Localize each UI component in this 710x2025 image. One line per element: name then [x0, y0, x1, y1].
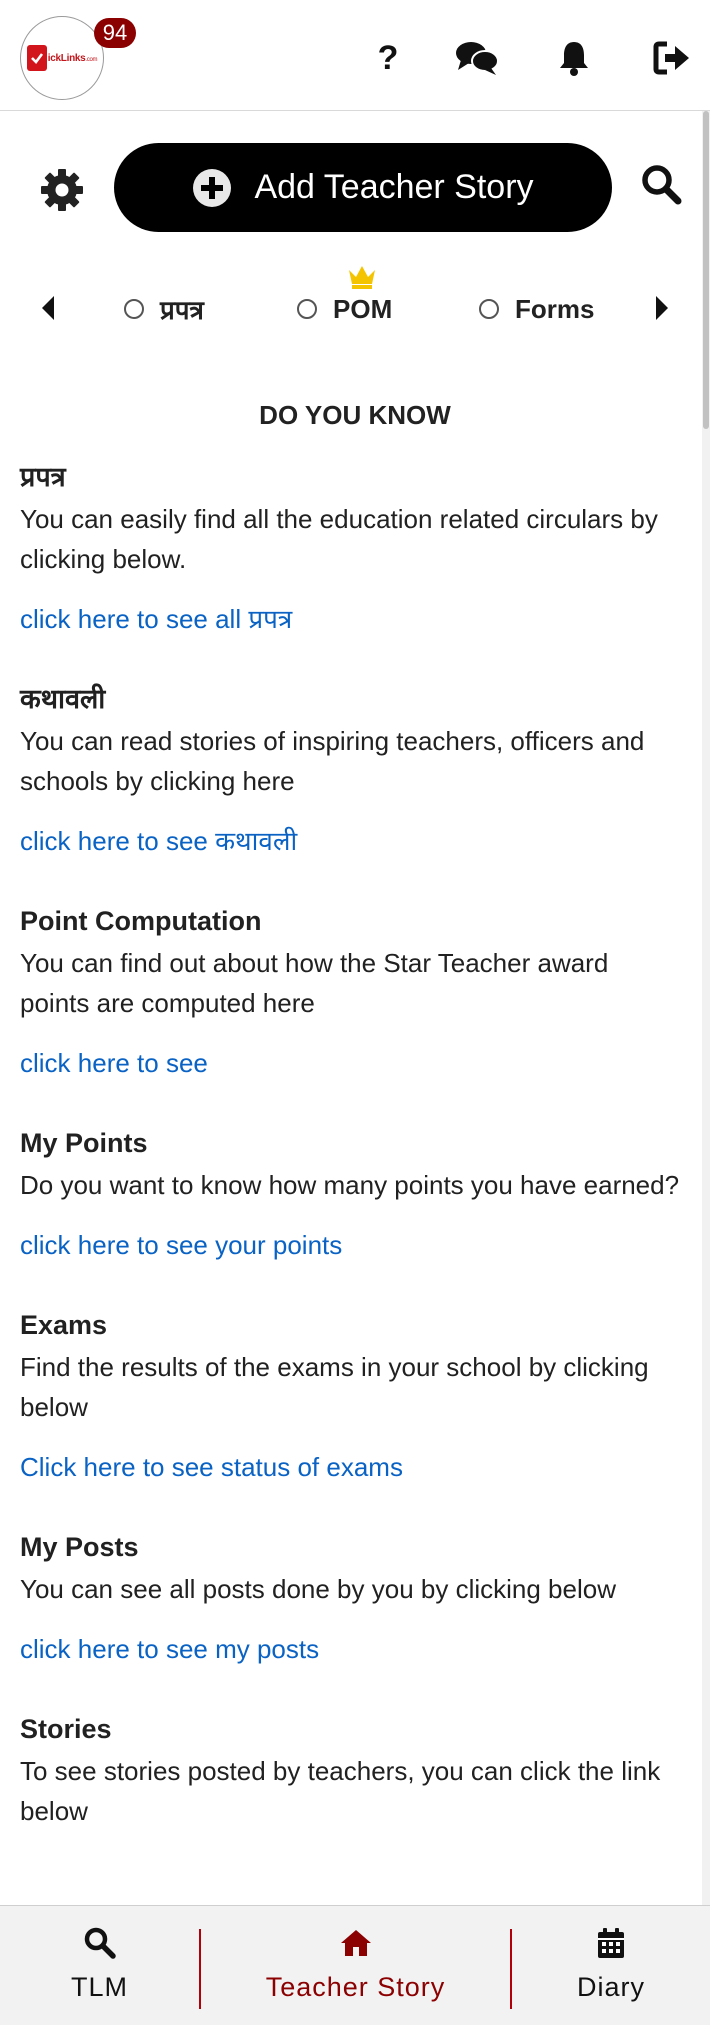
gear-icon[interactable]	[38, 166, 86, 214]
section-title: Point Computation	[20, 906, 262, 936]
section-title: प्रपत्र	[20, 462, 66, 492]
info-section-point-computation: Point Computation You can find out about…	[20, 899, 680, 1083]
app-logo[interactable]: ickLinks.com	[20, 16, 104, 100]
section-link[interactable]: click here to see your points	[20, 1225, 342, 1265]
search-icon	[83, 1926, 117, 1960]
info-section-exams: Exams Find the results of the exams in y…	[20, 1303, 680, 1487]
section-description: To see stories posted by teachers, you c…	[20, 1756, 661, 1826]
section-title: My Posts	[20, 1532, 139, 1562]
radio-button[interactable]	[124, 299, 144, 319]
section-title: My Points	[20, 1128, 148, 1158]
calendar-icon	[594, 1926, 628, 1960]
section-description: You can find out about how the Star Teac…	[20, 948, 609, 1018]
scroll-right-arrow-icon[interactable]	[652, 293, 672, 323]
radio-button[interactable]	[479, 299, 499, 319]
add-story-label: Add Teacher Story	[254, 168, 534, 206]
info-section-prapatra: प्रपत्र You can easily find all the educ…	[20, 455, 680, 639]
page-scrollbar[interactable]	[702, 111, 710, 1905]
bell-icon[interactable]	[552, 36, 596, 80]
filter-option-label: POM	[333, 293, 393, 324]
section-description: You can see all posts done by you by cli…	[20, 1574, 616, 1604]
nav-label: Diary	[576, 1972, 645, 2002]
section-link[interactable]: click here to see all प्रपत्र	[20, 599, 292, 639]
filter-option-forms[interactable]: Forms	[479, 292, 594, 326]
section-link[interactable]: Click here to see status of exams	[20, 1447, 403, 1487]
scroll-left-arrow-icon[interactable]	[38, 293, 58, 323]
nav-item-teacher-story[interactable]: Teacher Story	[199, 1906, 512, 2025]
home-icon	[339, 1926, 373, 1960]
info-section-kathavali: कथावली You can read stories of inspiring…	[20, 677, 680, 861]
add-teacher-story-button[interactable]: Add Teacher Story	[114, 143, 612, 232]
logo-mark: ickLinks.com	[26, 45, 98, 71]
search-icon[interactable]	[640, 163, 684, 207]
nav-divider	[199, 1929, 201, 2009]
section-link[interactable]: click here to see my posts	[20, 1629, 319, 1669]
nav-label: Teacher Story	[265, 1972, 446, 2002]
help-icon[interactable]: ?	[366, 36, 410, 80]
info-section-my-points: My Points Do you want to know how many p…	[20, 1121, 680, 1265]
filter-option-label: प्रपत्र	[160, 295, 204, 325]
section-description: Find the results of the exams in your sc…	[20, 1352, 649, 1422]
section-description: Do you want to know how many points you …	[20, 1170, 680, 1200]
nav-item-diary[interactable]: Diary	[512, 1906, 710, 2025]
check-icon	[26, 45, 47, 71]
bottom-navigation: TLM Teacher Story Diary	[0, 1905, 710, 2025]
radio-button[interactable]	[297, 299, 317, 319]
section-title: Stories	[20, 1714, 112, 1744]
chat-icon[interactable]	[455, 36, 499, 80]
filter-option-pom[interactable]: POM	[297, 292, 392, 326]
logo-text: ickLinks.com	[47, 52, 98, 64]
page-title: DO YOU KNOW	[259, 400, 451, 430]
nav-label: TLM	[71, 1972, 128, 2002]
crown-icon	[346, 262, 378, 290]
nav-item-tlm[interactable]: TLM	[0, 1906, 199, 2025]
filter-option-prapatra[interactable]: प्रपत्र	[124, 292, 204, 326]
section-link[interactable]: click here to see कथावली	[20, 821, 297, 861]
do-you-know-list: प्रपत्र You can easily find all the educ…	[20, 455, 680, 1869]
logout-icon[interactable]	[650, 36, 694, 80]
scrollbar-thumb[interactable]	[703, 111, 709, 429]
info-section-stories: Stories To see stories posted by teacher…	[20, 1707, 680, 1831]
filter-option-label: Forms	[515, 293, 595, 324]
section-link[interactable]: click here to see	[20, 1043, 208, 1083]
notification-count-badge: 94	[94, 18, 136, 48]
plus-circle-icon	[192, 168, 232, 208]
section-description: You can easily find all the education re…	[20, 504, 658, 574]
info-section-my-posts: My Posts You can see all posts done by y…	[20, 1525, 680, 1669]
section-description: You can read stories of inspiring teache…	[20, 726, 645, 796]
app-header: ickLinks.com 94 ?	[0, 0, 710, 111]
section-title: कथावली	[20, 684, 106, 714]
section-title: Exams	[20, 1310, 108, 1340]
